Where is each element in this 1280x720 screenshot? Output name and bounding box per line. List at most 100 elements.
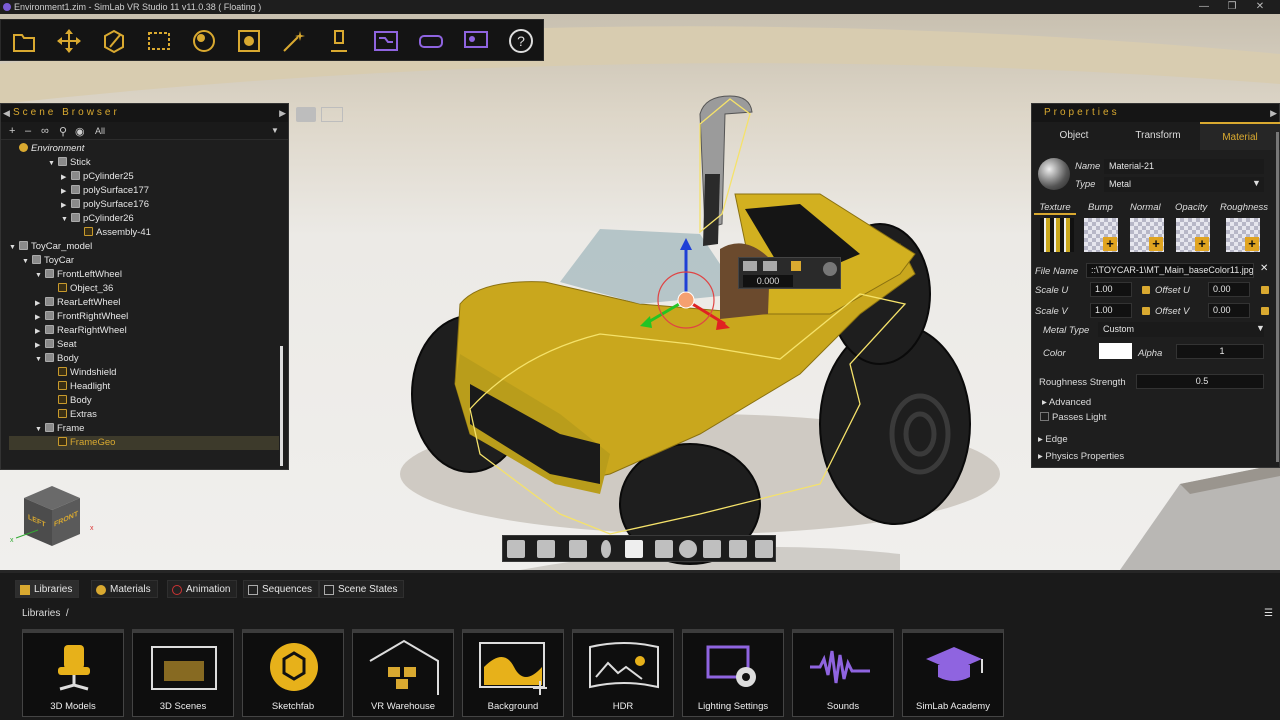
material-name-field[interactable]: Material-21 [1104, 159, 1264, 174]
download-icon[interactable] [755, 540, 773, 558]
tree-item[interactable]: ▶ FrontRightWheel [35, 310, 128, 324]
expand-toggle-icon[interactable]: ▶ [61, 171, 71, 185]
lock-offset-v-icon[interactable] [1261, 307, 1269, 315]
alpha-field[interactable]: 1 [1176, 344, 1264, 359]
tab-materials[interactable]: Materials [91, 580, 158, 598]
add-roughness-icon[interactable]: + [1245, 237, 1259, 251]
expand-toggle-icon[interactable]: ▼ [35, 269, 45, 283]
camera-target-icon[interactable] [823, 262, 837, 276]
grid-icon[interactable] [729, 540, 747, 558]
camera-fit-icon[interactable] [537, 540, 555, 558]
folder-icon[interactable] [5, 22, 43, 60]
metal-type-dropdown-icon[interactable]: ▼ [1256, 323, 1265, 333]
bump-map-slot[interactable]: + [1084, 218, 1118, 252]
opacity-map-slot[interactable]: + [1176, 218, 1210, 252]
tree-item[interactable]: Body [48, 394, 92, 408]
card-sounds[interactable]: Sounds [792, 629, 894, 717]
clear-file-icon[interactable]: ✕ [1260, 263, 1268, 274]
roughness-strength-slider[interactable]: 0.5 [1136, 374, 1264, 389]
offset-u-field[interactable]: 0.00 [1208, 282, 1250, 297]
tab-transform[interactable]: Transform [1116, 122, 1200, 150]
tree-item[interactable]: ▼ Body [35, 352, 79, 366]
camera-icon[interactable] [296, 107, 316, 122]
lock-u-icon[interactable] [1142, 286, 1150, 294]
expand-toggle-icon[interactable]: ▼ [48, 157, 58, 171]
expand-toggle-icon[interactable]: ▼ [22, 255, 32, 269]
close-icon[interactable]: ✕ [1248, 0, 1272, 14]
file-name-field[interactable]: ::\TOYCAR-1\MT_Main_baseColor11.jpg [1086, 263, 1254, 278]
material-icon[interactable] [185, 22, 223, 60]
map-tab-roughness[interactable]: Roughness [1220, 202, 1268, 213]
lock-v-icon[interactable] [1142, 307, 1150, 315]
light-icon[interactable] [320, 22, 358, 60]
tab-libraries[interactable]: Libraries [15, 580, 80, 598]
tree-item[interactable]: Extras [48, 408, 97, 422]
snap-icon[interactable] [791, 261, 801, 271]
breadcrumb[interactable]: Libraries / [22, 608, 69, 619]
collapse-left-icon[interactable]: ◀ [3, 104, 10, 122]
tree-item[interactable]: ▼ Stick [48, 156, 91, 170]
link-icon[interactable]: ∞ [41, 125, 49, 137]
tree-item[interactable]: Headlight [48, 380, 110, 394]
add-icon[interactable]: + [9, 125, 15, 137]
tree-item[interactable]: ▶ RearLeftWheel [35, 296, 120, 310]
tab-object[interactable]: Object [1032, 122, 1116, 150]
screen-capture-icon[interactable] [321, 107, 343, 122]
filter-select[interactable]: All [95, 126, 105, 136]
tree-item[interactable]: ▶ polySurface177 [61, 184, 149, 198]
display-mode-icon[interactable] [569, 540, 587, 558]
shading-mode-icon[interactable] [507, 540, 525, 558]
scale-v-field[interactable]: 1.00 [1090, 303, 1132, 318]
expand-toggle-icon[interactable]: ▶ [61, 185, 71, 199]
restore-icon[interactable]: ❐ [1220, 0, 1244, 14]
card-sketchfab[interactable]: Sketchfab [242, 629, 344, 717]
passes-light-checkbox[interactable] [1040, 412, 1049, 421]
map-tab-texture[interactable]: Texture [1034, 202, 1076, 215]
light-bulb-icon[interactable] [601, 540, 611, 558]
map-tab-bump[interactable]: Bump [1088, 202, 1113, 213]
tab-material[interactable]: Material [1200, 122, 1280, 150]
map-tab-normal[interactable]: Normal [1130, 202, 1161, 213]
map-tab-opacity[interactable]: Opacity [1175, 202, 1207, 213]
add-bump-icon[interactable]: + [1103, 237, 1117, 251]
card-3d-scenes[interactable]: 3D Scenes [132, 629, 234, 717]
roughness-map-slot[interactable]: + [1226, 218, 1260, 252]
expand-toggle-icon[interactable]: ▶ [35, 311, 45, 325]
expand-toggle-icon[interactable]: ▶ [35, 325, 45, 339]
select-box-icon[interactable] [140, 22, 178, 60]
tree-item[interactable]: ▼ pCylinder26 [61, 212, 134, 226]
effects-icon[interactable] [275, 22, 313, 60]
type-dropdown-icon[interactable]: ▼ [1252, 178, 1261, 188]
card-hdr[interactable]: HDR [572, 629, 674, 717]
tree-item[interactable]: ▶ pCylinder25 [61, 170, 134, 184]
visibility-icon[interactable]: ◉ [75, 125, 85, 138]
expand-toggle-icon[interactable]: ▼ [35, 423, 45, 437]
workflow-icon[interactable] [367, 22, 405, 60]
tree-item[interactable]: Windshield [48, 366, 116, 380]
expand-toggle-icon[interactable]: ▼ [61, 213, 71, 227]
add-opacity-icon[interactable]: + [1195, 237, 1209, 251]
tree-item[interactable]: FrameGeo [9, 436, 279, 450]
search-icon[interactable]: ⚲ [59, 125, 67, 138]
isolate-icon[interactable] [655, 540, 673, 558]
expand-toggle-icon[interactable]: ▶ [35, 297, 45, 311]
edit-icon[interactable] [95, 22, 133, 60]
remove-icon[interactable]: – [25, 125, 31, 137]
select-pointer-icon[interactable] [625, 540, 643, 558]
card-background[interactable]: Background [462, 629, 564, 717]
minimize-icon[interactable]: — [1192, 0, 1216, 14]
filter-dropdown-icon[interactable]: ▼ [271, 126, 279, 135]
add-normal-icon[interactable]: + [1149, 237, 1163, 251]
lock-offset-u-icon[interactable] [1261, 286, 1269, 294]
tree-item[interactable]: Environment [9, 142, 84, 156]
texture-thumbnail[interactable] [1040, 218, 1074, 252]
tree-item[interactable]: ▶ Seat [35, 338, 77, 352]
color-swatch[interactable] [1099, 343, 1132, 359]
gizmo-value-field[interactable]: 0.000 [743, 275, 793, 287]
advanced-section[interactable]: ▸ Advanced [1042, 397, 1091, 408]
properties-scrollbar[interactable] [1276, 132, 1279, 462]
layers-icon[interactable] [703, 540, 721, 558]
tree-item[interactable]: ▶ polySurface176 [61, 198, 149, 212]
presentation-icon[interactable] [457, 22, 495, 60]
card-simlab-academy[interactable]: SimLab Academy [902, 629, 1004, 717]
